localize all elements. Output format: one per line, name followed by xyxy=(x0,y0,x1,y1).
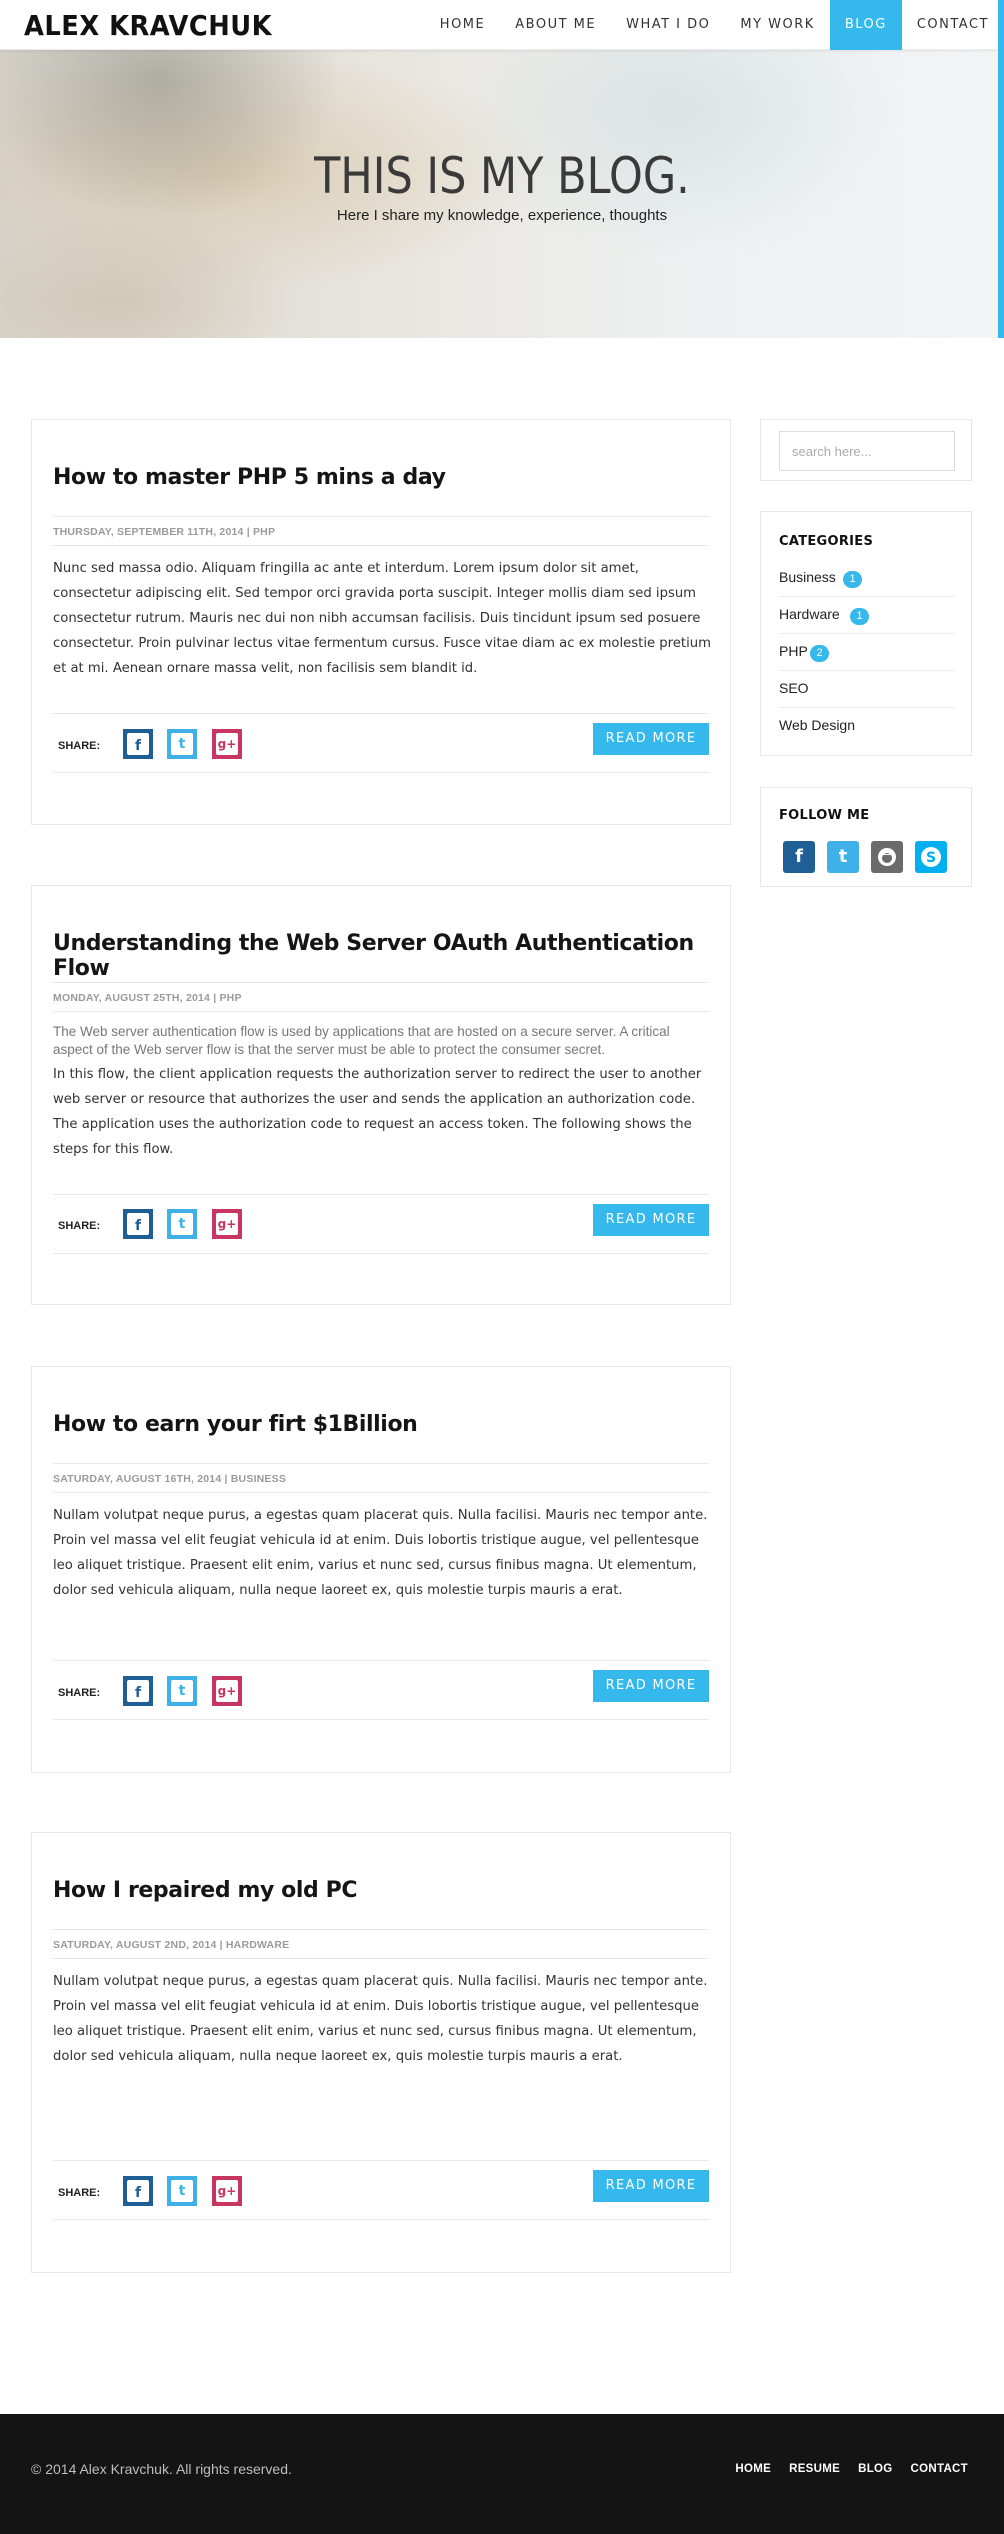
post-lead: The Web server authentication flow is us… xyxy=(53,1024,670,1057)
post-meta: SATURDAY, AUGUST 16TH, 2014 | BUSINESS xyxy=(53,1473,287,1485)
footer-link-resume[interactable]: RESUME xyxy=(789,2463,840,2475)
google-plus-icon[interactable]: g+ xyxy=(212,1676,242,1706)
nav-blog[interactable]: BLOG xyxy=(829,0,902,50)
category-count-badge: 1 xyxy=(843,571,862,588)
read-more-button[interactable]: READ MORE xyxy=(593,2170,709,2202)
top-navbar: ALEX KRAVCHUK HOME ABOUT ME WHAT I DO MY… xyxy=(0,0,1004,50)
post-title[interactable]: How to master PHP 5 mins a day xyxy=(53,465,446,490)
post-excerpt: Nullam volutpat neque purus, a egestas q… xyxy=(53,1974,708,2064)
twitter-icon[interactable]: t xyxy=(827,841,859,873)
twitter-icon[interactable]: t xyxy=(167,2176,197,2206)
categories-widget: CATEGORIES Business 1 Hardware 1 PHP 2 S… xyxy=(760,511,972,756)
footer-link-blog[interactable]: BLOG xyxy=(858,2463,892,2475)
footer: © 2014 Alex Kravchuk. All rights reserve… xyxy=(0,2414,1004,2534)
category-name[interactable]: Business xyxy=(779,569,836,585)
google-plus-icon[interactable]: g+ xyxy=(212,1209,242,1239)
facebook-icon[interactable]: f xyxy=(123,1676,153,1706)
github-icon[interactable] xyxy=(871,841,903,873)
category-item-hardware[interactable]: Hardware 1 xyxy=(779,597,955,634)
facebook-icon[interactable]: f xyxy=(123,729,153,759)
category-name[interactable]: SEO xyxy=(779,680,809,696)
divider xyxy=(53,1463,709,1464)
google-plus-icon[interactable]: g+ xyxy=(212,729,242,759)
hero-title: THIS IS MY BLOG. xyxy=(314,147,690,205)
divider xyxy=(53,982,709,983)
divider xyxy=(53,713,709,714)
post-meta: MONDAY, AUGUST 25TH, 2014 | PHP xyxy=(53,992,242,1004)
twitter-icon[interactable]: t xyxy=(167,1676,197,1706)
footer-link-contact[interactable]: CONTACT xyxy=(911,2463,968,2475)
category-count-badge: 2 xyxy=(810,645,829,662)
category-item-seo[interactable]: SEO xyxy=(779,671,955,708)
main-nav: HOME ABOUT ME WHAT I DO MY WORK BLOG CON… xyxy=(425,0,1004,50)
category-item-php[interactable]: PHP 2 xyxy=(779,634,955,671)
google-plus-icon[interactable]: g+ xyxy=(212,2176,242,2206)
category-name[interactable]: Web Design xyxy=(779,717,855,733)
facebook-icon[interactable]: f xyxy=(783,841,815,873)
category-count-badge: 1 xyxy=(850,608,869,625)
read-more-button[interactable]: READ MORE xyxy=(593,723,709,755)
post-excerpt: In this flow, the client application req… xyxy=(53,1067,702,1157)
post-excerpt: Nunc sed massa odio. Aliquam fringilla a… xyxy=(53,561,711,676)
footer-nav: HOME RESUME BLOG CONTACT xyxy=(717,2463,968,2475)
search-widget xyxy=(760,419,972,481)
site-logo[interactable]: ALEX KRAVCHUK xyxy=(24,9,272,42)
nav-contact[interactable]: CONTACT xyxy=(902,0,1004,50)
divider xyxy=(53,1958,709,1959)
facebook-icon[interactable]: f xyxy=(123,1209,153,1239)
blog-post: How to earn your firt $1Billion SATURDAY… xyxy=(31,1366,731,1773)
post-title[interactable]: Understanding the Web Server OAuth Authe… xyxy=(53,931,730,981)
share-label: SHARE: xyxy=(58,1687,101,1699)
blog-post: Understanding the Web Server OAuth Authe… xyxy=(31,885,731,1305)
read-more-button[interactable]: READ MORE xyxy=(593,1204,709,1236)
divider xyxy=(53,1011,709,1012)
divider xyxy=(53,1719,709,1720)
footer-link-home[interactable]: HOME xyxy=(735,2463,771,2475)
share-label: SHARE: xyxy=(58,740,101,752)
read-more-button[interactable]: READ MORE xyxy=(593,1670,709,1702)
nav-what-i-do[interactable]: WHAT I DO xyxy=(611,0,725,50)
post-title[interactable]: How I repaired my old PC xyxy=(53,1878,357,1903)
svg-text:S: S xyxy=(926,850,936,866)
skype-icon[interactable]: S xyxy=(915,841,947,873)
nav-about-me[interactable]: ABOUT ME xyxy=(500,0,611,50)
nav-my-work[interactable]: MY WORK xyxy=(725,0,829,50)
facebook-icon[interactable]: f xyxy=(123,2176,153,2206)
divider xyxy=(53,2219,709,2220)
twitter-icon[interactable]: t xyxy=(167,729,197,759)
blog-post: How to master PHP 5 mins a day THURSDAY,… xyxy=(31,419,731,825)
category-name[interactable]: Hardware xyxy=(779,606,840,622)
search-input[interactable] xyxy=(779,431,955,471)
hero-banner: THIS IS MY BLOG. Here I share my knowled… xyxy=(0,50,1004,338)
divider xyxy=(53,1929,709,1930)
divider xyxy=(53,1194,709,1195)
share-label: SHARE: xyxy=(58,1220,101,1232)
twitter-icon[interactable]: t xyxy=(167,1209,197,1239)
blog-post: How I repaired my old PC SATURDAY, AUGUS… xyxy=(31,1832,731,2273)
copyright-text: © 2014 Alex Kravchuk. All rights reserve… xyxy=(31,2461,292,2477)
divider xyxy=(53,1492,709,1493)
accent-strip xyxy=(998,0,1004,338)
category-name[interactable]: PHP xyxy=(779,643,808,659)
divider xyxy=(53,772,709,773)
nav-home[interactable]: HOME xyxy=(425,0,500,50)
divider xyxy=(53,1660,709,1661)
divider xyxy=(53,2160,709,2161)
post-meta: THURSDAY, SEPTEMBER 11TH, 2014 | PHP xyxy=(53,526,276,538)
post-title[interactable]: How to earn your firt $1Billion xyxy=(53,1412,418,1437)
follow-widget: FOLLOW ME f t S xyxy=(760,787,972,887)
category-item-web-design[interactable]: Web Design xyxy=(779,708,955,745)
categories-title: CATEGORIES xyxy=(779,534,874,549)
hero-subtitle: Here I share my knowledge, experience, t… xyxy=(336,207,668,224)
follow-title: FOLLOW ME xyxy=(779,808,870,823)
divider xyxy=(53,1253,709,1254)
post-meta: SATURDAY, AUGUST 2ND, 2014 | HARDWARE xyxy=(53,1939,290,1951)
category-item-business[interactable]: Business 1 xyxy=(779,560,955,597)
divider xyxy=(53,545,709,546)
post-excerpt: Nullam volutpat neque purus, a egestas q… xyxy=(53,1508,708,1598)
share-label: SHARE: xyxy=(58,2187,101,2199)
divider xyxy=(53,516,709,517)
